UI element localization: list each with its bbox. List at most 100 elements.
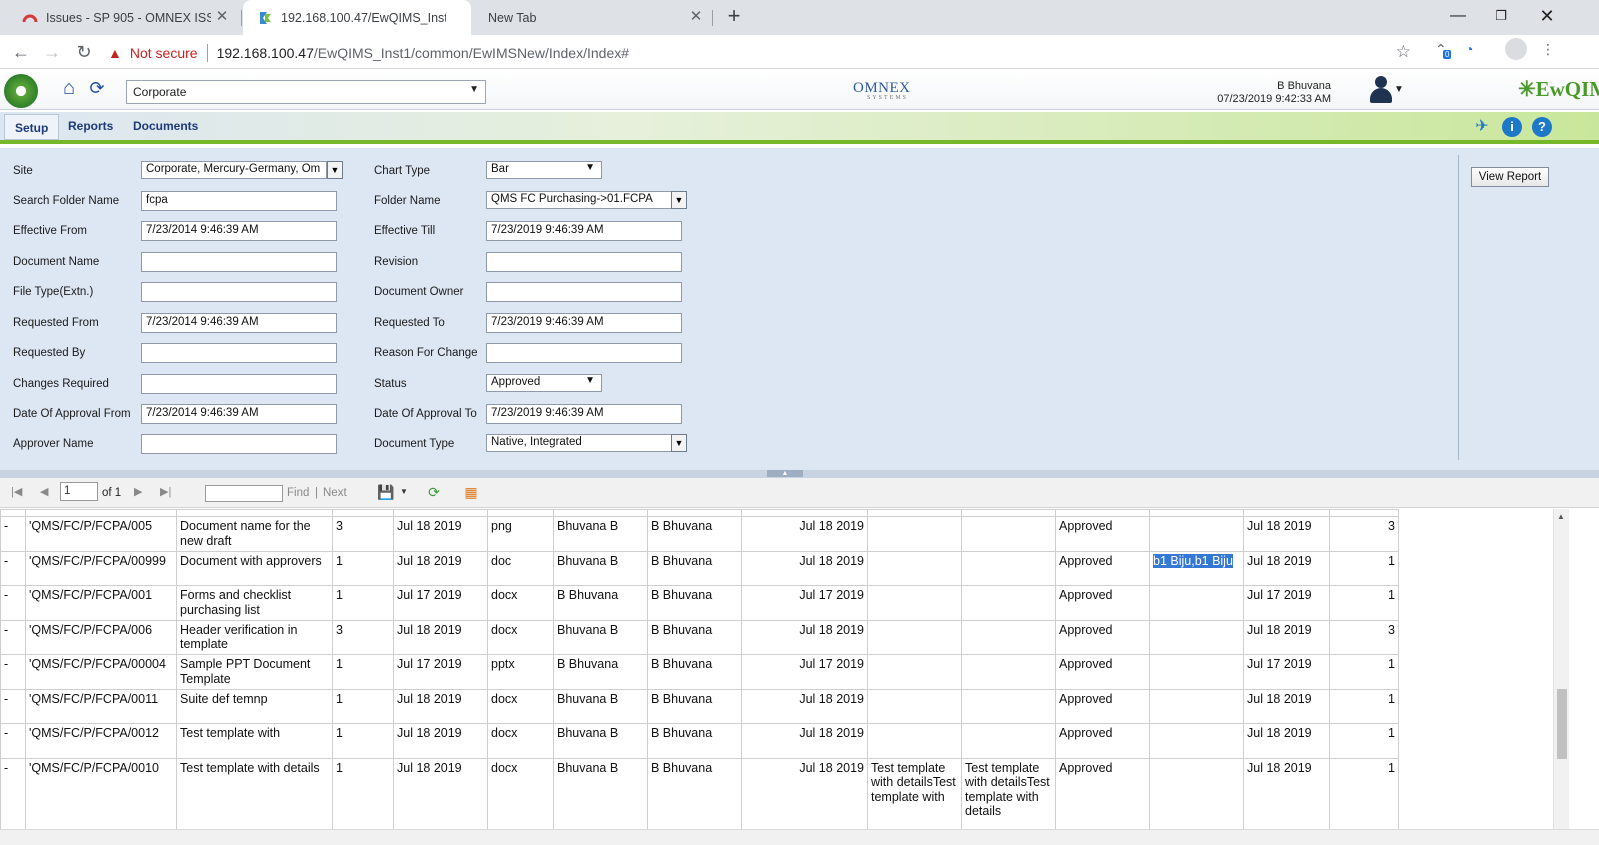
restore-icon[interactable]: ❐ [1478, 3, 1524, 29]
minimize-icon[interactable]: — [1435, 3, 1481, 29]
scrollbar-thumb[interactable] [1557, 689, 1567, 759]
file-type-input[interactable] [141, 282, 337, 302]
not-secure-label[interactable]: Not secure [130, 45, 198, 61]
table-row[interactable]: - 'QMS/FC/P/FCPA/00999 Document with appro… [0, 550, 1399, 586]
requested-to-input[interactable]: 7/23/2019 9:46:39 AM [486, 313, 682, 333]
ewqims-logo: ✳EwQIMS [1518, 77, 1599, 102]
document-owner-input[interactable] [486, 282, 682, 302]
cell-approver-name [1149, 516, 1244, 552]
approval-to-input[interactable]: 7/23/2019 9:46:39 AM [486, 404, 682, 424]
site-selector[interactable]: Corporate ▼ [126, 80, 486, 104]
last-page-icon[interactable]: ▶| [160, 485, 171, 498]
collapse-grip-icon[interactable]: ▲ [767, 470, 803, 477]
forward-icon[interactable]: → [40, 40, 64, 64]
document-name-input[interactable] [141, 252, 337, 272]
cell-reason-for-change: Test template with detailsTest template … [867, 757, 962, 829]
table-row[interactable]: - 'QMS/FC/P/FCPA/006 Header verification i… [0, 619, 1399, 655]
bookmark-star-icon[interactable]: ☆ [1396, 42, 1411, 62]
browser-tab-new[interactable]: New Tab ✕ [474, 0, 714, 35]
close-tab-icon[interactable]: ✕ [214, 9, 230, 25]
refresh-icon[interactable]: ⟳ [84, 75, 110, 101]
first-page-icon[interactable]: |◀ [11, 485, 22, 498]
table-row[interactable]: - 'QMS/FC/P/FCPA/005 Document name for the… [0, 516, 1399, 552]
cell-count: 1 [1329, 723, 1399, 759]
cell-requested-by: B Bhuvana [553, 585, 648, 621]
folder-name-field[interactable]: QMS FC Purchasing->01.FCPA [486, 191, 672, 209]
address-bar[interactable]: ▲ Not secure 192.168.100.47 /EwQIMS_Inst… [108, 38, 1423, 67]
effective-till-input[interactable]: 7/23/2019 9:46:39 AM [486, 221, 682, 241]
approval-from-label: Date Of Approval From [13, 408, 131, 420]
requested-by-input[interactable] [141, 343, 337, 363]
cell-approver-name [1149, 688, 1244, 724]
reason-input[interactable] [486, 343, 682, 363]
refresh-report-icon[interactable]: ⟳ [425, 483, 443, 501]
table-row[interactable]: - 'QMS/FC/P/FCPA/0011 Suite def temnp 1 Jul … [0, 688, 1399, 724]
document-type-dropdown-icon[interactable]: ▼ [671, 434, 687, 452]
panel-splitter[interactable]: ▲ [0, 470, 1599, 478]
next-page-icon[interactable]: ▶ [134, 485, 142, 498]
menu-documents[interactable]: Documents [133, 119, 198, 133]
search-folder-input[interactable]: fcpa [141, 191, 337, 211]
requested-from-input[interactable]: 7/23/2014 9:46:39 AM [141, 313, 337, 333]
page-number-input[interactable]: 1 [60, 482, 98, 501]
browser-tab-issues[interactable]: Issues - SP 905 - OMNEX ISSUE T ✕ [8, 0, 240, 35]
omnex-logo: OMNEX SYSTEMS [853, 80, 911, 101]
help-icon[interactable]: ? [1532, 117, 1552, 137]
profile-avatar-icon[interactable] [1505, 38, 1527, 60]
table-row[interactable]: - 'QMS/FC/P/FCPA/00004 Sample PPT Document… [0, 654, 1399, 690]
cell-status: Approved [1055, 654, 1150, 690]
site-dropdown-icon[interactable]: ▼ [327, 161, 343, 179]
chart-type-select[interactable]: Bar ▼ [486, 161, 602, 179]
extension-badge: 0 [1443, 50, 1452, 59]
cell-approval-date: Jul 17 2019 [1243, 654, 1330, 690]
site-field[interactable]: Corporate, Mercury-Germany, Om [141, 161, 327, 179]
reload-icon[interactable]: ↻ [72, 40, 96, 64]
browser-tab-ewqims[interactable]: 192.168.100.47/EwQIMS_Inst1/cc [243, 0, 471, 35]
pin-icon[interactable]: ✈ [1472, 117, 1492, 137]
find-input[interactable] [205, 485, 283, 502]
close-tab-icon[interactable]: ✕ [688, 9, 704, 25]
cell-reason-for-change [867, 516, 962, 552]
table-row[interactable]: - 'QMS/FC/P/FCPA/001 Forms and checklist p… [0, 585, 1399, 621]
scroll-up-icon[interactable]: ▲ [1557, 512, 1565, 521]
document-type-field[interactable]: Native, Integrated [486, 434, 672, 452]
table-row[interactable]: - 'QMS/FC/P/FCPA/0012 Test template with 1 J… [0, 723, 1399, 759]
find-link[interactable]: Find [287, 487, 309, 499]
status-select[interactable]: Approved ▼ [486, 374, 602, 392]
cell-reason-for-change [867, 619, 962, 655]
close-window-icon[interactable]: ✕ [1524, 3, 1570, 29]
export-save-icon[interactable]: 💾 [377, 483, 395, 501]
chevron-down-icon[interactable]: ▼ [1394, 84, 1404, 95]
approval-from-input[interactable]: 7/23/2014 9:46:39 AM [141, 404, 337, 424]
approver-name-input[interactable] [141, 434, 337, 454]
new-tab-icon[interactable]: + [723, 5, 745, 28]
cell-row-marker: - [0, 550, 26, 586]
horizontal-scrollbar[interactable] [0, 829, 1599, 845]
menu-setup[interactable]: Setup [4, 114, 60, 140]
revision-input[interactable] [486, 252, 682, 272]
extension-icon[interactable]: ⌃ 0 [1435, 41, 1452, 59]
next-link[interactable]: Next [323, 487, 347, 499]
changes-required-input[interactable] [141, 374, 337, 394]
extension-icon-2[interactable]: ◔ [1465, 41, 1473, 57]
view-report-button[interactable]: View Report [1471, 167, 1549, 187]
chrome-menu-icon[interactable]: ⋮ [1541, 41, 1555, 58]
previous-page-icon[interactable]: ◀ [40, 485, 48, 498]
info-icon[interactable]: i [1502, 117, 1522, 137]
table-row[interactable]: - 'QMS/FC/P/FCPA/0010 Test template with d… [0, 757, 1399, 829]
vertical-scrollbar[interactable]: ▲ [1553, 509, 1569, 829]
cell-approver-name: b1 Biju,b1 Biju [1149, 550, 1244, 586]
find-separator: | [315, 487, 318, 499]
cell-reason-for-change [867, 723, 962, 759]
print-layout-icon[interactable]: ▦ [462, 483, 480, 501]
back-icon[interactable]: ← [9, 40, 33, 64]
effective-from-input[interactable]: 7/23/2014 9:46:39 AM [141, 221, 337, 241]
folder-dropdown-icon[interactable]: ▼ [671, 191, 687, 209]
cell-document-owner: B Bhuvana [647, 550, 742, 586]
home-icon[interactable]: ⌂ [56, 75, 82, 101]
chevron-down-icon[interactable]: ▼ [395, 483, 413, 501]
cell-status: Approved [1055, 550, 1150, 586]
avatar[interactable] [1368, 75, 1394, 105]
menu-reports[interactable]: Reports [68, 119, 113, 133]
cell-file-extension: png [487, 516, 554, 552]
